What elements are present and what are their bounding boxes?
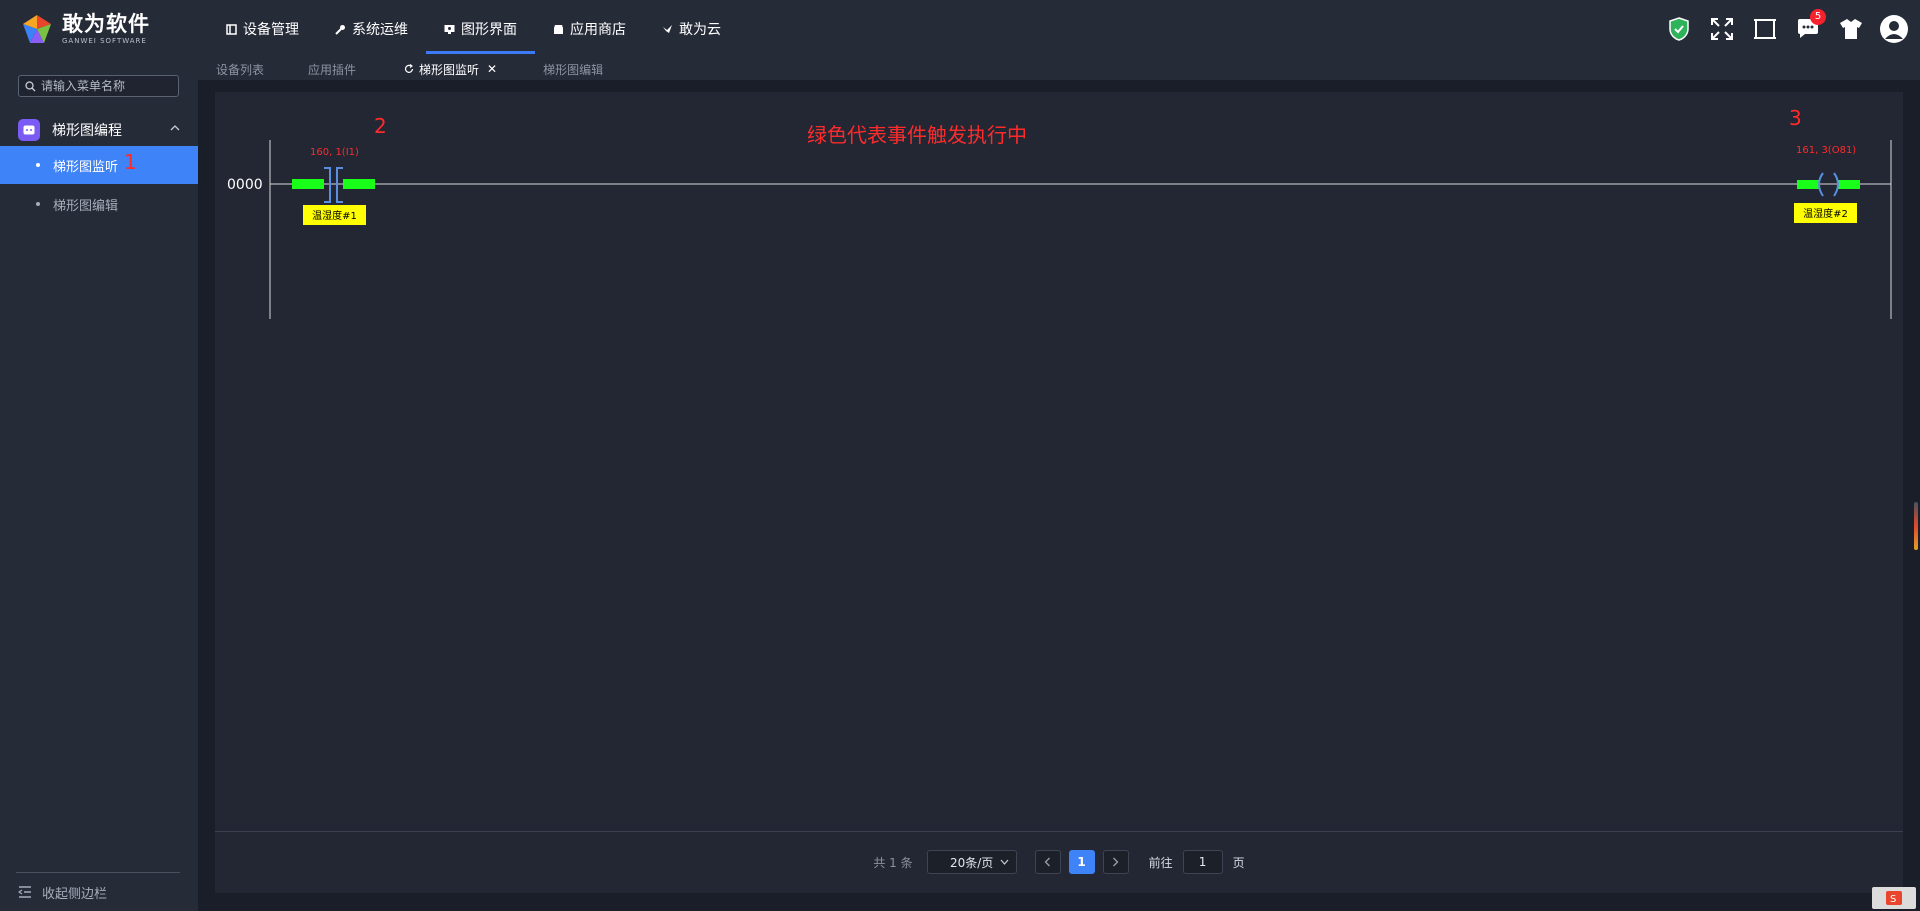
refresh-icon[interactable] xyxy=(404,64,414,74)
menu-search-box[interactable] xyxy=(18,75,179,97)
chevron-left-icon xyxy=(1044,857,1051,867)
sidebar-item-ladder-edit[interactable]: 梯形图编辑 xyxy=(0,185,198,223)
nav-ganwei-cloud[interactable]: 敢为云 xyxy=(644,0,739,58)
nav-label: 应用商店 xyxy=(570,22,626,38)
tab-ladder-monitor[interactable]: 梯形图监听 ✕ xyxy=(374,58,515,80)
search-icon xyxy=(25,80,36,91)
tab-label: 梯形图编辑 xyxy=(543,62,604,77)
chevron-right-icon xyxy=(1113,857,1119,867)
menu-search-input[interactable] xyxy=(41,79,171,93)
ime-toolbar-icon[interactable]: S xyxy=(1872,887,1916,909)
sidebar-item-label: 梯形图编辑 xyxy=(53,198,119,214)
collapse-sidebar-button[interactable]: 收起侧边栏 xyxy=(18,881,107,903)
page-unit-label: 页 xyxy=(1232,855,1245,870)
logo-text: 敢为软件 xyxy=(62,11,150,36)
coil-label: 温湿度#2 xyxy=(1803,209,1848,220)
user-avatar-icon[interactable] xyxy=(1880,15,1908,43)
annotation-number-3: 3 xyxy=(1789,106,1802,130)
app-logo[interactable]: 敢为软件 GANWEI SOFTWARE xyxy=(0,0,198,58)
nav-label: 系统运维 xyxy=(352,22,408,38)
monitor-icon xyxy=(444,24,455,34)
nav-app-store[interactable]: 应用商店 xyxy=(535,0,644,58)
coil-address: 161, 3(O81) xyxy=(1796,145,1857,156)
page-tabs: 设备列表 应用插件 梯形图监听 ✕ 梯形图编辑 xyxy=(198,58,1920,80)
total-count: 共 1 条 xyxy=(873,855,913,870)
tab-label: 应用插件 xyxy=(308,62,357,77)
tab-ladder-edit[interactable]: 梯形图编辑 xyxy=(515,58,621,80)
ladder-group-icon xyxy=(18,119,40,141)
goto-label: 前往 xyxy=(1148,855,1173,870)
annotation-number-1: 1 xyxy=(124,150,137,174)
goto-page-input[interactable] xyxy=(1182,850,1223,874)
sidebar-divider xyxy=(16,872,180,873)
notification-badge: 5 xyxy=(1810,9,1826,25)
nav-system-ops[interactable]: 系统运维 xyxy=(317,0,426,58)
shield-icon[interactable] xyxy=(1665,15,1693,43)
sidebar-group-label: 梯形图编程 xyxy=(52,123,122,139)
logo-subtext: GANWEI SOFTWARE xyxy=(62,36,147,45)
contact-address: 160, 1(I1) xyxy=(310,147,359,158)
main-panel: 0000 160, 1(I1) 温湿度#1 161, 3(O81) 温湿度#2 … xyxy=(215,92,1903,893)
wrench-icon xyxy=(335,24,345,35)
collapse-menu-icon xyxy=(18,886,31,898)
sidebar: 梯形图编程 梯形图监听 1 梯形图编辑 收起侧边栏 xyxy=(0,58,198,911)
store-icon xyxy=(554,24,563,34)
next-page-button[interactable] xyxy=(1102,850,1129,874)
nav-label: 敢为云 xyxy=(679,22,721,38)
page-size-value: 20条/页 xyxy=(949,855,994,870)
device-list-icon xyxy=(226,23,237,35)
scrollbar-thumb[interactable] xyxy=(1914,502,1918,550)
main-nav: 设备管理 系统运维 图形界面 应用商店 敢为云 xyxy=(208,0,739,58)
contact-label: 温湿度#1 xyxy=(312,211,357,222)
nav-graphic-ui[interactable]: 图形界面 xyxy=(426,0,535,58)
pager-divider xyxy=(215,831,1903,832)
prev-page-button[interactable] xyxy=(1034,850,1061,874)
ladder-diagram xyxy=(269,140,1892,319)
chevron-down-icon xyxy=(1000,859,1009,865)
annotation-headline: 绿色代表事件触发执行中 xyxy=(807,123,1027,147)
page-size-select[interactable]: 20条/页 xyxy=(926,850,1017,874)
contact-element[interactable] xyxy=(292,167,375,203)
pagination: 共 1 条 20条/页 1 前往 页 xyxy=(215,849,1903,875)
nav-label: 设备管理 xyxy=(243,22,299,38)
logo-mark-icon xyxy=(23,15,51,43)
frame-icon[interactable] xyxy=(1751,15,1779,43)
nav-device-management[interactable]: 设备管理 xyxy=(208,0,317,58)
annotation-number-2: 2 xyxy=(374,114,387,138)
tab-label: 梯形图监听 xyxy=(419,62,480,77)
tab-device-list[interactable]: 设备列表 xyxy=(198,58,282,80)
sidebar-item-label: 梯形图监听 xyxy=(53,159,119,175)
top-bar: 敢为软件 GANWEI SOFTWARE 设备管理 系统运维 图形界面 应用商店… xyxy=(0,0,1920,58)
tab-label: 设备列表 xyxy=(216,62,265,77)
nav-label: 图形界面 xyxy=(461,22,517,38)
sidebar-group-ladder[interactable]: 梯形图编程 xyxy=(0,112,198,148)
tab-app-plugins[interactable]: 应用插件 xyxy=(282,58,374,80)
bird-icon xyxy=(663,24,672,33)
bullet-dot xyxy=(36,202,40,206)
fullscreen-icon[interactable] xyxy=(1708,15,1736,43)
top-right-toolbar: 5 xyxy=(1665,0,1920,58)
bullet-dot xyxy=(36,163,40,167)
page-number-button[interactable]: 1 xyxy=(1068,850,1095,874)
svg-text:S: S xyxy=(1890,894,1896,905)
close-icon[interactable]: ✕ xyxy=(487,62,497,76)
rung-number: 0000 xyxy=(227,177,263,193)
collapse-sidebar-label: 收起侧边栏 xyxy=(42,886,108,902)
chat-icon[interactable]: 5 xyxy=(1794,9,1826,43)
chevron-up-icon xyxy=(170,125,180,131)
sidebar-item-ladder-monitor[interactable]: 梯形图监听 1 xyxy=(0,146,198,184)
shirt-icon[interactable] xyxy=(1837,15,1865,43)
